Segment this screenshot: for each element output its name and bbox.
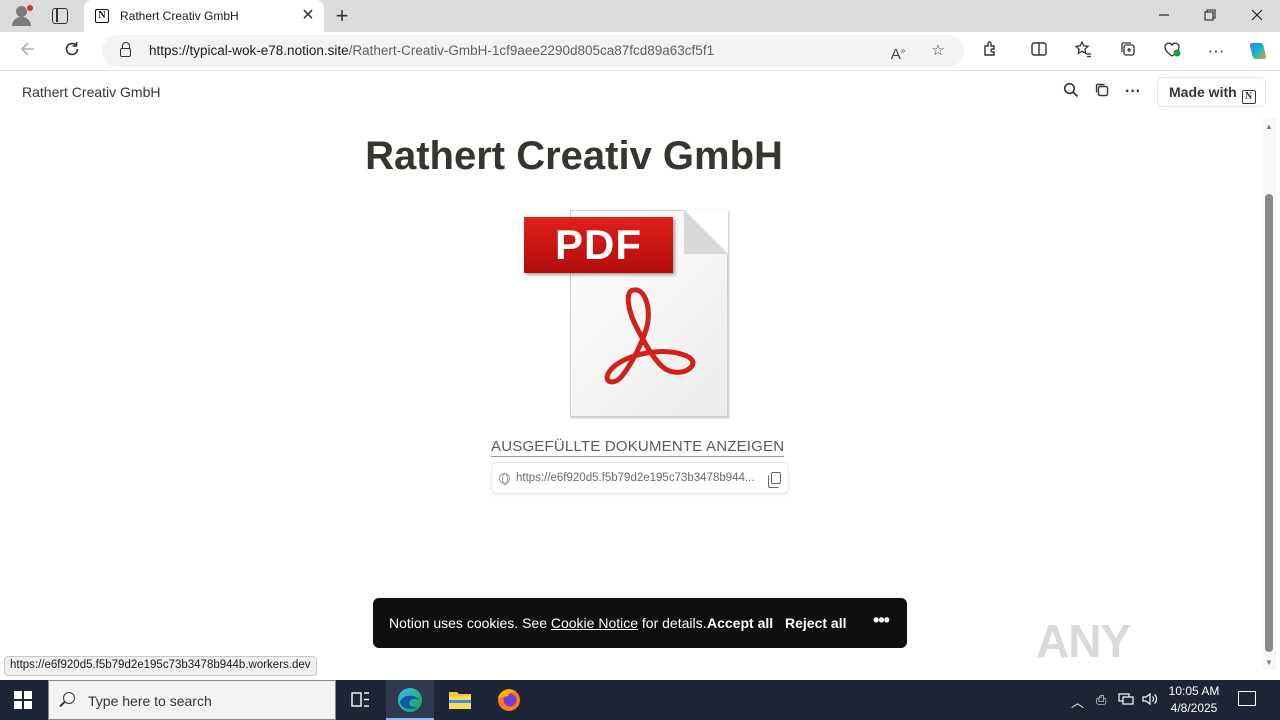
close-window-button[interactable] bbox=[1234, 0, 1280, 32]
more-menu-icon[interactable]: ··· bbox=[1205, 40, 1227, 62]
made-with-notion-button[interactable]: Made with N bbox=[1157, 77, 1266, 107]
scroll-up-icon[interactable]: ▲ bbox=[1265, 122, 1273, 131]
link-url[interactable]: https://e6f920d5.f5b79d2e195c73b3478b944… bbox=[516, 472, 755, 484]
reject-all-button[interactable]: Reject all bbox=[785, 615, 846, 631]
pdf-page-fold bbox=[684, 210, 728, 254]
duplicate-icon[interactable] bbox=[1092, 82, 1112, 102]
notion-logo-icon: N bbox=[1241, 90, 1256, 104]
profile-avatar-icon[interactable] bbox=[10, 5, 34, 27]
tray-device-icon[interactable]: ⎙ bbox=[1096, 692, 1106, 708]
windows-taskbar: Type here to search ︿ ⎙ 10:05 AM 4/8/202… bbox=[0, 680, 1280, 720]
search-icon bbox=[63, 692, 75, 704]
page-title: Rathert Creativ GmbH bbox=[365, 134, 783, 178]
status-bar-url: https://e6f920d5.f5b79d2e195c73b3478b944… bbox=[4, 656, 317, 676]
notion-page: Rathert Creativ GmbH ··· Made with N Rath… bbox=[4, 72, 1266, 676]
accept-all-button[interactable]: Accept all bbox=[707, 615, 773, 631]
back-arrow-icon[interactable] bbox=[17, 40, 39, 62]
read-aloud-icon[interactable]: A» bbox=[888, 41, 908, 63]
lock-icon[interactable] bbox=[120, 42, 131, 57]
split-screen-icon[interactable] bbox=[1028, 40, 1050, 62]
page-scrollbar[interactable]: ▲ ▼ bbox=[1262, 118, 1276, 670]
extensions-icon[interactable] bbox=[980, 40, 1002, 62]
breadcrumb-title[interactable]: Rathert Creativ GmbH bbox=[22, 84, 160, 100]
pdf-label: PDF bbox=[524, 217, 673, 273]
new-tab-button[interactable]: + bbox=[332, 5, 352, 27]
globe-icon bbox=[499, 473, 510, 485]
favorite-star-icon[interactable]: ☆ bbox=[928, 41, 948, 61]
clock-time: 10:05 AM bbox=[1168, 684, 1220, 698]
network-icon[interactable] bbox=[1118, 692, 1134, 709]
windows-start-icon[interactable] bbox=[14, 691, 32, 709]
volume-icon[interactable] bbox=[1142, 692, 1158, 709]
file-explorer-icon[interactable] bbox=[436, 680, 484, 720]
cookie-more-icon[interactable]: ••• bbox=[871, 610, 891, 631]
minimize-button[interactable] bbox=[1141, 0, 1187, 32]
address-bar[interactable]: https://typical-wok-e78.notion.site/Rath… bbox=[102, 35, 964, 67]
favorites-icon[interactable] bbox=[1072, 40, 1094, 62]
address-url[interactable]: https://typical-wok-e78.notion.site/Rath… bbox=[149, 43, 714, 58]
refresh-icon[interactable] bbox=[61, 40, 83, 62]
browser-tab[interactable]: N Rathert Creativ GmbH ✕ bbox=[84, 0, 324, 32]
anyrun-watermark: ANY RUN bbox=[1036, 615, 1134, 720]
restore-button[interactable] bbox=[1187, 0, 1233, 32]
notion-favicon-icon: N bbox=[95, 9, 109, 23]
tray-overflow-icon[interactable]: ︿ bbox=[1071, 692, 1084, 711]
documents-link-title[interactable]: AUSGEFÜLLTE DOKUMENTE ANZEIGEN bbox=[491, 438, 785, 457]
firefox-icon[interactable] bbox=[485, 680, 533, 720]
taskbar-search-box[interactable]: Type here to search bbox=[48, 680, 336, 720]
page-more-icon[interactable]: ··· bbox=[1123, 82, 1143, 102]
taskbar-clock[interactable]: 10:05 AM 4/8/2025 bbox=[1164, 683, 1224, 717]
tab-actions-icon[interactable] bbox=[52, 8, 68, 24]
cookie-message: Notion uses cookies. See Cookie Notice f… bbox=[389, 615, 707, 631]
collections-icon[interactable] bbox=[1117, 40, 1139, 62]
scroll-down-icon[interactable]: ▼ bbox=[1265, 658, 1273, 667]
tab-strip: N Rathert Creativ GmbH ✕ + bbox=[0, 0, 1280, 32]
adobe-acrobat-icon bbox=[604, 287, 696, 385]
taskbar-search-placeholder: Type here to search bbox=[88, 693, 212, 709]
browser-toolbar: https://typical-wok-e78.notion.site/Rath… bbox=[0, 32, 1280, 71]
copy-link-icon[interactable] bbox=[768, 472, 781, 488]
cookie-banner: Notion uses cookies. See Cookie Notice f… bbox=[373, 598, 907, 648]
link-preview-chip[interactable]: https://e6f920d5.f5b79d2e195c73b3478b944… bbox=[491, 462, 789, 494]
tab-title: Rathert Creativ GmbH bbox=[120, 9, 239, 23]
scrollbar-thumb[interactable] bbox=[1265, 194, 1273, 652]
cookie-notice-link[interactable]: Cookie Notice bbox=[551, 615, 638, 631]
browser-essentials-icon[interactable] bbox=[1161, 40, 1183, 62]
tab-close-icon[interactable]: ✕ bbox=[300, 8, 316, 24]
copilot-icon[interactable] bbox=[1247, 40, 1269, 62]
search-icon[interactable] bbox=[1061, 82, 1081, 102]
task-view-icon[interactable] bbox=[336, 680, 384, 720]
clock-date: 4/8/2025 bbox=[1170, 701, 1218, 715]
edge-taskbar-icon[interactable] bbox=[386, 680, 434, 720]
notifications-icon[interactable] bbox=[1238, 691, 1256, 706]
